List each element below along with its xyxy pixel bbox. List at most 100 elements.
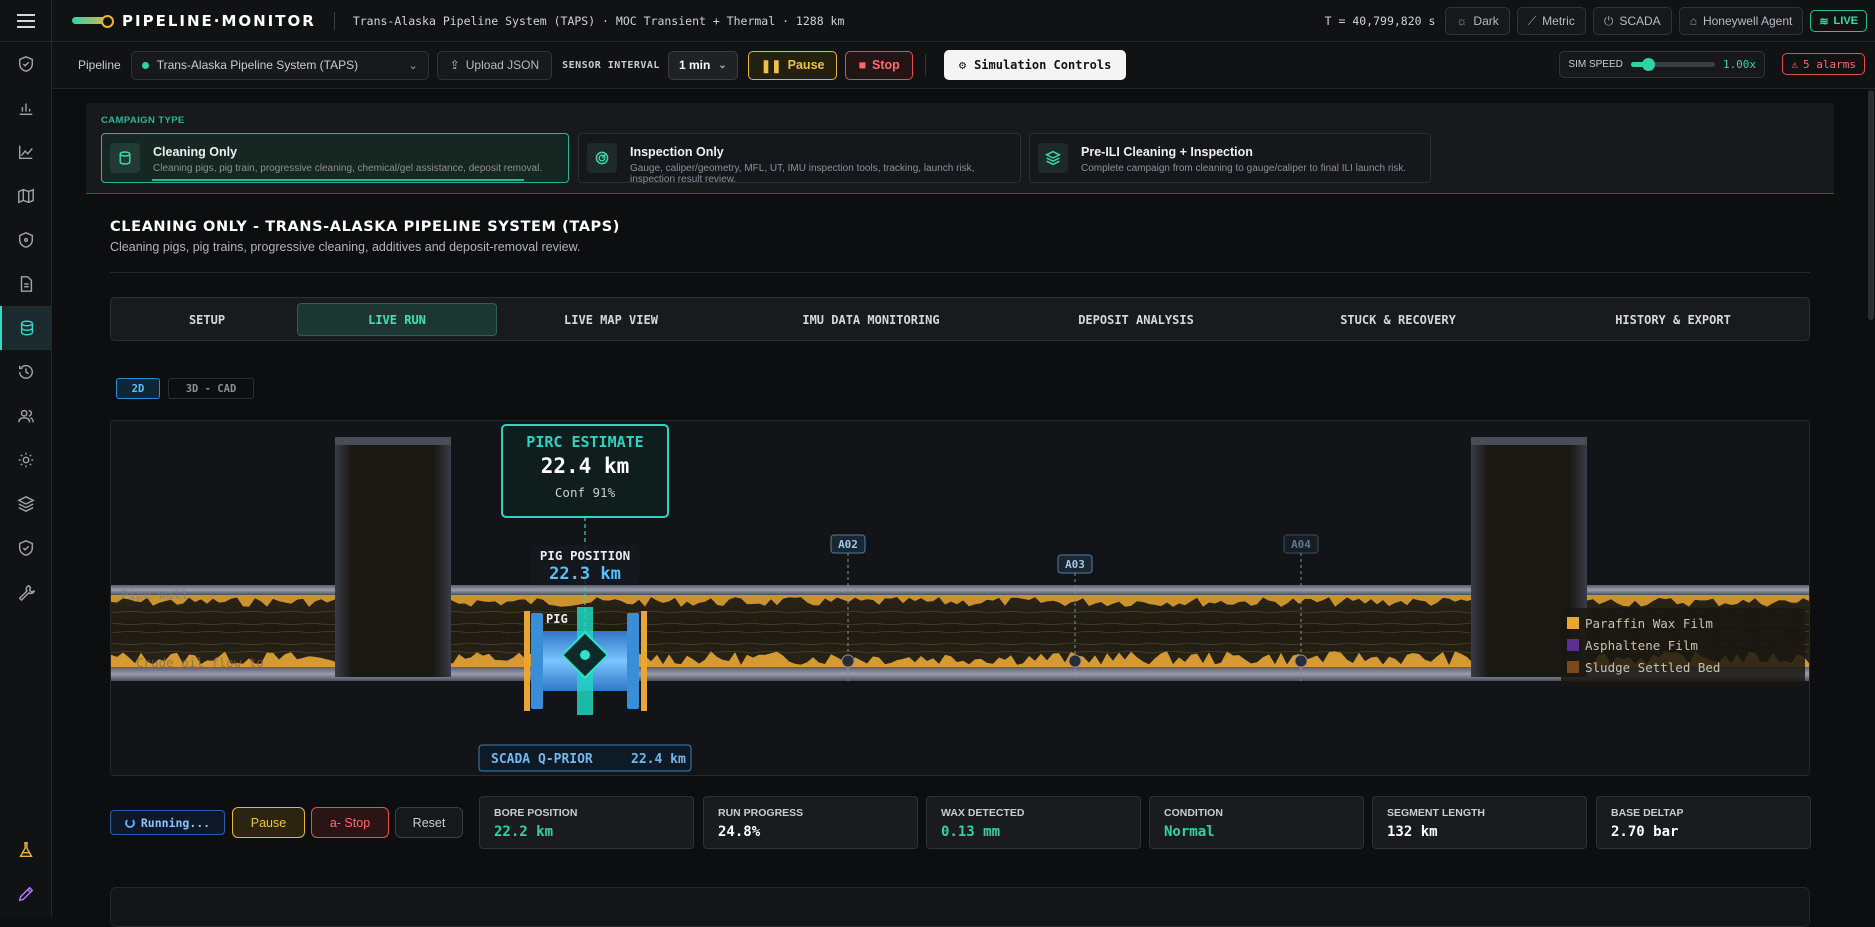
divider	[333, 11, 335, 30]
logo-text: PIPELINE·MONITOR	[122, 11, 316, 30]
campaign-card-desc: Complete campaign from cleaning to gauge…	[1081, 163, 1407, 174]
sim-speed-control: SIM SPEED 1.00x	[1559, 51, 1765, 78]
tab-stuck-recovery[interactable]: STUCK & RECOVERY	[1298, 303, 1498, 336]
pig-cup-left	[524, 611, 530, 711]
pig-position-title: PIG POSITION	[540, 548, 630, 563]
sidebar-item-users[interactable]	[0, 394, 52, 438]
stop-button[interactable]: ■ Stop	[845, 50, 913, 80]
tab-imu-data-monitoring[interactable]: IMU DATA MONITORING	[771, 303, 971, 336]
stat-run-progress: RUN PROGRESS 24.8%	[703, 796, 918, 849]
cleaning-pig[interactable]: PIG	[524, 607, 647, 715]
campaign-card-title: Pre-ILI Cleaning + Inspection	[1081, 145, 1253, 159]
campaign-type-heading: CAMPAIGN TYPE	[101, 115, 185, 126]
simulation-controls-button[interactable]: ⚙ Simulation Controls	[943, 50, 1127, 80]
scada-button[interactable]: ⏻ SCADA	[1592, 7, 1672, 35]
alarms-badge[interactable]: ⚠ 5 alarms	[1782, 53, 1865, 75]
sidebar-item-analytics[interactable]	[0, 86, 52, 130]
pig-disc	[531, 613, 543, 709]
upload-label: Upload JSON	[465, 58, 540, 72]
pipeline-select[interactable]: Trans-Alaska Pipeline System (TAPS) ⌄	[130, 50, 429, 80]
theme-button[interactable]: ☼ Dark	[1445, 7, 1510, 35]
sidebar-item-editor[interactable]	[0, 872, 52, 916]
campaign-card-pre-ili[interactable]: Pre-ILI Cleaning + Inspection Complete c…	[1029, 133, 1431, 183]
sidebar-item-tools[interactable]	[0, 570, 52, 614]
scada-label: SCADA	[1619, 14, 1661, 28]
sensor-interval-value: 1 min	[678, 58, 711, 72]
sidebar-item-integrity[interactable]	[0, 218, 52, 262]
sidebar-item-history[interactable]	[0, 350, 52, 394]
marker-a04[interactable]: A04	[1283, 534, 1319, 554]
flow-label: Crude oil flow to	[136, 655, 264, 670]
campaign-type-panel: CAMPAIGN TYPE Cleaning Only Cleaning pig…	[86, 103, 1834, 194]
sidebar-item-compliance[interactable]	[0, 526, 52, 570]
divider	[110, 272, 1810, 273]
tab-live-run[interactable]: LIVE RUN	[297, 303, 497, 336]
sidebar-item-safety[interactable]	[0, 42, 52, 86]
campaign-card-inspection[interactable]: Inspection Only Gauge, caliper/geometry,…	[578, 133, 1021, 185]
pipeline-2d-canvas: Pipe wall Crude oil flow to A02 A03 A04	[111, 424, 1809, 772]
page-scrollbar[interactable]	[1868, 90, 1874, 320]
campaign-card-title: Inspection Only	[630, 145, 724, 159]
shield-icon	[18, 232, 34, 248]
sidebar-item-layers[interactable]	[0, 482, 52, 526]
view-2d-toggle[interactable]: 2D	[116, 378, 160, 399]
marker-node-a04	[1294, 654, 1308, 668]
layers-icon	[17, 495, 35, 513]
warning-icon: ⚠	[1791, 57, 1799, 71]
deposit-legend: Paraffin Wax Film Asphaltene Film Sludge…	[1561, 608, 1805, 686]
upload-json-button[interactable]: ⇪ Upload JSON	[436, 50, 553, 80]
tab-deposit-analysis[interactable]: DEPOSIT ANALYSIS	[1036, 303, 1236, 336]
support-tower-left	[335, 437, 451, 677]
pipeline-value: Trans-Alaska Pipeline System (TAPS)	[156, 58, 359, 72]
sidebar-item-lab[interactable]	[0, 828, 52, 872]
stop-icon: ■	[858, 58, 867, 72]
run-reset-button[interactable]: Reset	[395, 807, 463, 838]
sim-speed-slider[interactable]	[1630, 58, 1715, 71]
sidebar-item-reports[interactable]	[0, 262, 52, 306]
agent-label: Honeywell Agent	[1702, 14, 1793, 28]
logo-icon	[72, 15, 114, 28]
run-pause-button[interactable]: Pause	[232, 807, 305, 838]
radar-icon	[587, 143, 617, 173]
marker-node-a03	[1068, 654, 1082, 668]
tab-history-export[interactable]: HISTORY & EXPORT	[1553, 303, 1793, 336]
units-label: Metric	[1542, 14, 1575, 28]
sidebar-item-map[interactable]	[0, 174, 52, 218]
tab-setup[interactable]: SETUP	[117, 303, 297, 336]
page-subtitle: Cleaning pigs, pig trains, progressive c…	[110, 240, 581, 254]
campaign-card-cleaning[interactable]: Cleaning Only Cleaning pigs, pig train, …	[101, 133, 569, 183]
users-icon	[18, 409, 34, 423]
units-button[interactable]: ⟋ Metric	[1516, 7, 1586, 35]
legend-label-asphaltene: Asphaltene Film	[1585, 638, 1698, 653]
pirc-title: PIRC ESTIMATE	[526, 433, 643, 451]
app-logo: PIPELINE·MONITOR	[72, 12, 316, 30]
wifi-icon: ≋	[1819, 15, 1829, 28]
view-3d-toggle[interactable]: 3D - CAD	[168, 378, 254, 399]
pause-button[interactable]: ❚❚ Pause	[747, 50, 838, 80]
sim-speed-thumb[interactable]	[1641, 58, 1655, 71]
gear-icon	[18, 452, 34, 468]
sidebar-item-settings[interactable]	[0, 438, 52, 482]
pig-label: PIG	[546, 612, 568, 626]
legend-swatch-wax	[1567, 617, 1579, 629]
marker-a03[interactable]: A03	[1057, 554, 1093, 574]
upload-icon: ⇪	[449, 58, 460, 72]
menu-icon[interactable]	[0, 0, 52, 42]
pirc-value: 22.4 km	[541, 454, 630, 478]
stat-label: BORE POSITION	[494, 807, 578, 819]
run-status-badge: Running...	[110, 810, 225, 835]
pig-sensor-dot	[580, 650, 590, 660]
sidebar-item-database[interactable]	[0, 306, 52, 350]
database-icon	[20, 320, 34, 336]
pig-disc	[627, 613, 639, 709]
tab-live-map-view[interactable]: LIVE MAP VIEW	[511, 303, 711, 336]
pen-icon	[18, 886, 34, 902]
marker-a02[interactable]: A02	[830, 534, 866, 554]
marker-node-a02	[841, 654, 855, 668]
sidebar-item-trends[interactable]	[0, 130, 52, 174]
next-section-card	[110, 887, 1810, 927]
run-stop-button[interactable]: a- Stop	[311, 807, 389, 838]
sensor-interval-select[interactable]: 1 min ⌄	[667, 50, 738, 80]
agent-button[interactable]: ⌂ Honeywell Agent	[1678, 7, 1804, 35]
stat-bore-position: BORE POSITION 22.2 km	[479, 796, 694, 849]
